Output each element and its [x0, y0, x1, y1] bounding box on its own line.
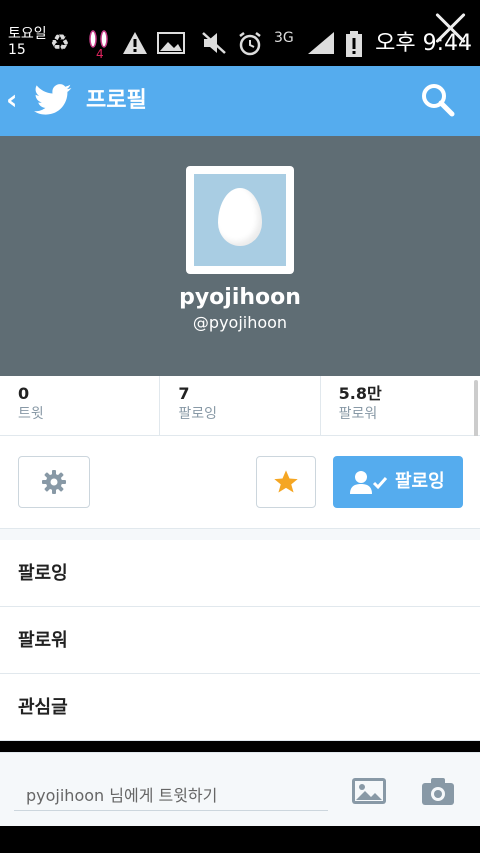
alarm-icon	[236, 30, 264, 58]
favorite-button[interactable]	[256, 456, 316, 508]
stat-followers-label: 팔로워	[338, 406, 378, 422]
section-divider	[0, 528, 480, 540]
stat-followers[interactable]: 5.8만 팔로워	[321, 376, 480, 435]
close-icon[interactable]	[434, 12, 466, 44]
stat-tweets[interactable]: 0 트윗	[0, 376, 161, 435]
warning-icon	[122, 30, 148, 58]
following-button[interactable]: 팔로잉	[333, 456, 463, 508]
page-title: 프로필	[86, 88, 147, 113]
twitter-bird-icon	[34, 84, 72, 115]
image-icon[interactable]	[350, 775, 388, 807]
profile-handle: @pyojihoon	[192, 313, 288, 332]
stat-tweets-count: 0	[18, 384, 30, 403]
profile-menu: 팔로잉 팔로워 관심글	[0, 540, 480, 741]
profile-stats: 0 트윗 7 팔로잉 5.8만 팔로워	[0, 376, 480, 436]
star-icon	[274, 470, 298, 493]
network-type-label: 3G	[274, 30, 294, 46]
stat-followers-count: 5.8만	[338, 384, 382, 403]
profile-header: pyojihoon @pyojihoon	[0, 136, 480, 376]
mute-icon	[200, 30, 228, 58]
bunny-notification-icon: 4	[84, 30, 114, 61]
network-3g-icon: 3G	[274, 30, 294, 58]
profile-actions: 팔로잉	[0, 436, 480, 528]
status-date: 토요일 15	[8, 26, 48, 58]
status-date-number: 15	[8, 42, 26, 58]
menu-item-following[interactable]: 팔로잉	[0, 540, 480, 607]
menu-item-followers[interactable]: 팔로워	[0, 607, 480, 674]
compose-bar	[0, 752, 480, 826]
signal-icon	[306, 30, 336, 58]
following-button-label: 팔로잉	[395, 471, 445, 492]
settings-button[interactable]	[18, 456, 90, 508]
default-egg-avatar-icon	[218, 188, 262, 246]
menu-item-favorites[interactable]: 관심글	[0, 674, 480, 741]
status-day: 토요일	[8, 26, 47, 42]
battery-alert-icon	[344, 30, 364, 58]
stat-following[interactable]: 7 팔로잉	[160, 376, 321, 435]
tweet-compose-input[interactable]	[14, 781, 328, 811]
camera-icon[interactable]	[420, 775, 456, 807]
bottom-bar	[0, 826, 480, 853]
avatar[interactable]	[186, 166, 294, 274]
stat-tweets-label: 트윗	[18, 406, 44, 422]
stat-following-label: 팔로잉	[178, 406, 217, 422]
gear-icon	[42, 470, 66, 494]
app-bar: ‹ 프로필	[0, 66, 480, 136]
chevron-left-icon[interactable]: ‹	[6, 86, 18, 114]
recycle-icon: ♻	[50, 31, 70, 56]
bunny-badge-count: 4	[96, 47, 104, 60]
avatar-background	[194, 174, 286, 266]
image-icon	[156, 30, 186, 58]
user-check-icon	[350, 471, 388, 494]
profile-display-name: pyojihoon	[179, 285, 301, 310]
status-bar: 토요일 15 ♻ 4 3G 오후 9:44	[0, 0, 480, 66]
search-icon[interactable]	[420, 82, 456, 118]
stat-following-count: 7	[178, 384, 190, 403]
